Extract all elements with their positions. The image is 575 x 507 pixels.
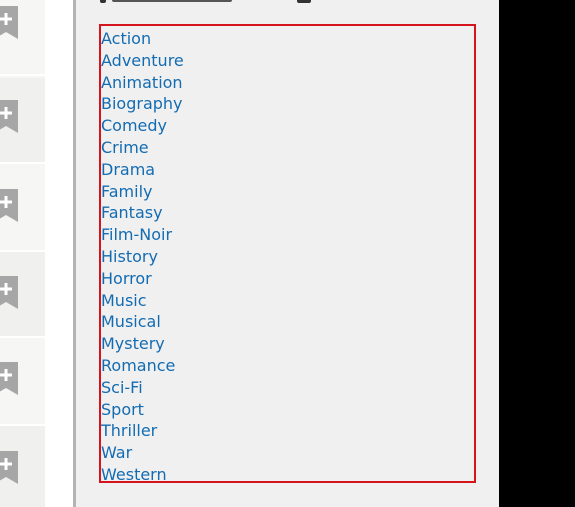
genre-list-item: Sci-Fi [101,377,184,399]
genre-list-item: Thriller [101,420,184,442]
genre-list-item: Adventure [101,50,184,72]
genre-list-item: Comedy [101,115,184,137]
genre-link-sport[interactable]: Sport [101,400,144,419]
genre-link-thriller[interactable]: Thriller [101,421,157,440]
rail-row [0,0,45,76]
genre-link-war[interactable]: War [101,443,132,462]
add-to-watchlist-ribbon-icon[interactable] [0,6,18,39]
dark-side-panel [499,0,575,507]
genre-link-sci-fi[interactable]: Sci-Fi [101,378,143,397]
genre-list-item: Mystery [101,333,184,355]
genre-link-fantasy[interactable]: Fantasy [101,203,163,222]
add-to-watchlist-ribbon-icon[interactable] [0,189,18,222]
rail-row [0,252,45,338]
genre-link-romance[interactable]: Romance [101,356,175,375]
genre-list-item: War [101,442,184,464]
genre-link-music[interactable]: Music [101,291,147,310]
genre-list-item: Biography [101,93,184,115]
genre-link-animation[interactable]: Animation [101,73,183,92]
genre-link-film-noir[interactable]: Film-Noir [101,225,172,244]
page: Action Adventure Animation Biography Comedy C… [0,0,575,507]
rail-row [0,338,45,426]
genre-list-item: Action [101,28,184,50]
genre-list-item: History [101,246,184,268]
genre-link-biography[interactable]: Biography [101,94,183,113]
genre-link-musical[interactable]: Musical [101,312,161,331]
add-to-watchlist-ribbon-icon[interactable] [0,100,18,133]
genre-link-adventure[interactable]: Adventure [101,51,184,70]
rail-row [0,164,45,252]
rail-gap [45,0,73,507]
rail-row [0,426,45,507]
genre-link-action[interactable]: Action [101,29,151,48]
genre-list: Action Adventure Animation Biography Comedy C… [101,28,184,486]
genre-list-item: Western [101,464,184,486]
add-to-watchlist-ribbon-icon[interactable] [0,362,18,395]
genre-link-family[interactable]: Family [101,182,152,201]
genre-list-highlight: Action Adventure Animation Biography Comedy C… [99,24,476,486]
genre-list-item: Sport [101,399,184,421]
genre-list-item: Fantasy [101,202,184,224]
genre-list-item: Musical [101,311,184,333]
genre-list-item: Drama [101,159,184,181]
genre-link-drama[interactable]: Drama [101,160,155,179]
genre-list-item: Family [101,181,184,203]
genre-list-item: Horror [101,268,184,290]
genre-link-comedy[interactable]: Comedy [101,116,167,135]
rail-row [0,78,45,164]
genre-list-item: Animation [101,72,184,94]
genre-list-item: Film-Noir [101,224,184,246]
genre-list-item: Music [101,290,184,312]
genre-list-item: Romance [101,355,184,377]
heading-remnant [112,0,232,2]
genre-link-crime[interactable]: Crime [101,138,149,157]
add-to-watchlist-ribbon-icon[interactable] [0,451,18,484]
genre-list-item: Crime [101,137,184,159]
add-to-watchlist-ribbon-icon[interactable] [0,276,18,309]
genre-link-horror[interactable]: Horror [101,269,152,288]
genre-link-mystery[interactable]: Mystery [101,334,165,353]
heading-remnant [100,0,106,3]
genre-link-history[interactable]: History [101,247,158,266]
heading-remnant [297,0,311,3]
left-watchlist-rail [0,0,45,507]
genre-link-western[interactable]: Western [101,465,167,484]
